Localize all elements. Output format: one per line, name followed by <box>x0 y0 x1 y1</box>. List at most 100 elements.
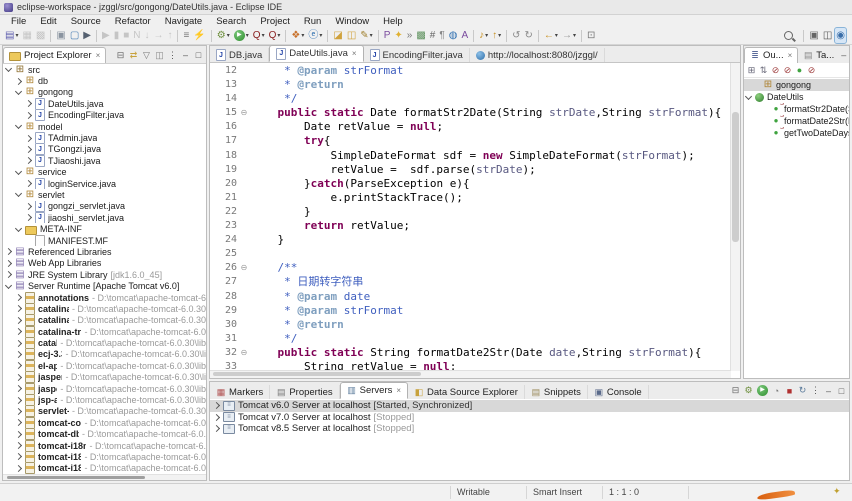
expand-chevron-icon[interactable] <box>25 157 32 164</box>
collapse-chevron-icon[interactable] <box>745 92 752 99</box>
perspective-javaee-button[interactable]: ◫ <box>822 28 833 43</box>
expand-chevron-icon[interactable] <box>15 374 22 381</box>
fold-marker-icon[interactable]: ⊖ <box>237 261 251 275</box>
expand-chevron-icon[interactable] <box>15 305 22 312</box>
expand-chevron-icon[interactable] <box>213 425 220 432</box>
annotate-button[interactable]: ✎▾ <box>359 28 373 43</box>
world-button[interactable]: ◍ <box>448 28 459 43</box>
server-tomcat-v8-5-server-at-localhost[interactable]: Tomcat v8.5 Server at localhost [Stopped… <box>210 423 849 435</box>
tree-item-ecj-3-3-1-jar[interactable]: ecj-3.3.1.jar- D:\tomcat\apache-tomcat-6… <box>3 349 206 360</box>
notification-icon[interactable]: ✦ <box>833 486 841 497</box>
fold-marker-icon[interactable]: ⊖ <box>237 106 251 120</box>
expand-chevron-icon[interactable] <box>15 396 22 403</box>
minimize-icon[interactable]: ‒ <box>824 386 833 396</box>
new-folder-button[interactable]: ◪ <box>332 28 343 43</box>
menu-project[interactable]: Project <box>253 16 297 27</box>
outline-item-gettwodatedays-da[interactable]: getTwoDateDays(Da <box>744 127 849 139</box>
code-editor[interactable]: 12 * @param strFormat13 * @return14 */15… <box>210 63 731 371</box>
hide-static-members-icon[interactable]: ⊘ <box>783 65 792 75</box>
expand-chevron-icon[interactable] <box>15 78 22 85</box>
last-edit-location-button[interactable]: ⊡ <box>586 28 596 43</box>
tree-item-model[interactable]: model <box>3 121 206 132</box>
sort-icon[interactable]: ⇅ <box>759 65 768 75</box>
outline-item-dateutils[interactable]: DateUtils <box>744 91 849 103</box>
tree-item-manifest-mf[interactable]: MANIFEST.MF <box>3 235 206 246</box>
run-button[interactable]: ▶▾ <box>233 28 250 43</box>
hide-local-types-icon[interactable]: ⊘ <box>807 65 816 75</box>
menu-source[interactable]: Source <box>64 16 108 27</box>
tree-item-tadmin-java[interactable]: TAdmin.java <box>3 132 206 143</box>
view-menu-icon[interactable]: ⋮ <box>168 50 177 60</box>
outline-tree[interactable]: gongongDateUtilsformatStr2Date(Strinform… <box>744 78 849 378</box>
plugin-button[interactable]: P <box>383 28 392 43</box>
collapse-chevron-icon[interactable] <box>5 65 12 72</box>
tree-item-encodingfilter-java[interactable]: EncodingFilter.java <box>3 110 206 121</box>
expand-chevron-icon[interactable] <box>25 134 32 141</box>
expand-chevron-icon[interactable] <box>25 100 32 107</box>
expand-chevron-icon[interactable] <box>15 340 22 347</box>
expand-chevron-icon[interactable] <box>25 112 32 119</box>
expand-chevron-icon[interactable] <box>15 294 22 301</box>
expand-chevron-icon[interactable] <box>15 385 22 392</box>
expand-chevron-icon[interactable] <box>5 260 12 267</box>
expand-chevron-icon[interactable] <box>25 203 32 210</box>
tree-item-jasper-el-jar[interactable]: jasper-el.jar- D:\tomcat\apache-tomcat-6… <box>3 372 206 383</box>
open-console-button[interactable]: ▢ <box>69 28 80 43</box>
expand-chevron-icon[interactable] <box>15 442 22 449</box>
menu-window[interactable]: Window <box>328 16 376 27</box>
link-with-editor-icon[interactable]: ⇄ <box>129 50 138 60</box>
server-tomcat-v7-0-server-at-localhost[interactable]: Tomcat v7.0 Server at localhost [Stopped… <box>210 412 849 424</box>
menu-search[interactable]: Search <box>209 16 253 27</box>
outline-item-gongong[interactable]: gongong <box>744 79 849 91</box>
expand-chevron-icon[interactable] <box>5 248 12 255</box>
tree-item-tomcat-i18n-es-jar[interactable]: tomcat-i18n-es.jar- D:\tomcat\apache-tom… <box>3 440 206 451</box>
tab-ou[interactable]: Ou...× <box>744 47 798 63</box>
collapse-chevron-icon[interactable] <box>15 225 22 232</box>
next-annotation-button[interactable]: » <box>406 28 414 43</box>
tree-item-catalina-tribes-jar[interactable]: catalina-tribes.jar- D:\tomcat\apache-to… <box>3 326 206 337</box>
tree-item-dateutils-java[interactable]: DateUtils.java <box>3 98 206 109</box>
server-tomcat-v6-0-server-at-localhost[interactable]: Tomcat v6.0 Server at localhost [Started… <box>210 400 849 412</box>
maximize-icon[interactable]: □ <box>837 386 846 396</box>
outline-item-formatdate2str-date[interactable]: formatDate2Str(Date <box>744 115 849 127</box>
tab-snippets[interactable]: Snippets <box>525 385 588 399</box>
redo-button[interactable]: ↻ <box>524 28 534 43</box>
back-button[interactable]: ←▾ <box>543 28 559 43</box>
debug-server-icon[interactable]: ⚙ <box>744 386 753 396</box>
tree-item-jiaoshi-servlet-java[interactable]: jiaoshi_servlet.java <box>3 212 206 223</box>
outline-item-formatstr2date-strin[interactable]: formatStr2Date(Strin <box>744 103 849 115</box>
hide-fields-icon[interactable]: ⊘ <box>771 65 780 75</box>
line-numbers-button[interactable]: # <box>429 28 437 43</box>
menu-run[interactable]: Run <box>297 16 328 27</box>
scrollbar-thumb[interactable] <box>7 476 145 479</box>
project-tree[interactable]: srcdbgongongDateUtils.javaEncodingFilter… <box>3 63 206 475</box>
close-icon[interactable]: × <box>396 387 401 395</box>
editor-tab-http-localhost-8080-jzggl[interactable]: http://localhost:8080/jzggl/ <box>470 48 605 62</box>
tab-data-source-explorer[interactable]: Data Source Explorer <box>408 385 525 399</box>
close-icon[interactable]: × <box>352 50 357 58</box>
expand-chevron-icon[interactable] <box>15 453 22 460</box>
close-icon[interactable]: × <box>788 52 793 60</box>
tab-console[interactable]: Console <box>588 385 649 399</box>
explorer-hscrollbar[interactable] <box>3 474 206 480</box>
expand-chevron-icon[interactable] <box>15 317 22 324</box>
editor-tab-encodingfilter-java[interactable]: EncodingFilter.java <box>364 48 470 62</box>
publish-icon[interactable]: ↻ <box>798 386 807 396</box>
tree-item-db[interactable]: db <box>3 75 206 86</box>
tab-markers[interactable]: Markers <box>210 385 270 399</box>
web-browser-button[interactable]: ⓔ▾ <box>307 28 323 43</box>
expand-all-icon[interactable]: ⊞ <box>747 65 756 75</box>
tree-item-servlet-api-jar[interactable]: servlet-api.jar- D:\tomcat\apache-tomcat… <box>3 406 206 417</box>
tab-servers[interactable]: Servers× <box>340 382 408 399</box>
menu-edit[interactable]: Edit <box>33 16 63 27</box>
open-search-button[interactable]: ⚡ <box>192 28 206 43</box>
hide-non-public-icon[interactable]: ● <box>795 65 804 75</box>
tree-item-server-runtime-apache-tomcat-v6-0[interactable]: Server Runtime [Apache Tomcat v6.0] <box>3 280 206 291</box>
expand-chevron-icon[interactable] <box>213 402 220 409</box>
menu-help[interactable]: Help <box>376 16 410 27</box>
open-resource-button[interactable]: ◫ <box>346 28 357 43</box>
profile-button[interactable]: Q▾ <box>268 28 282 43</box>
tree-item-annotations-api-jar[interactable]: annotations-api.jar- D:\tomcat\apache-to… <box>3 292 206 303</box>
expand-chevron-icon[interactable] <box>15 465 22 472</box>
collapse-chevron-icon[interactable] <box>15 190 22 197</box>
